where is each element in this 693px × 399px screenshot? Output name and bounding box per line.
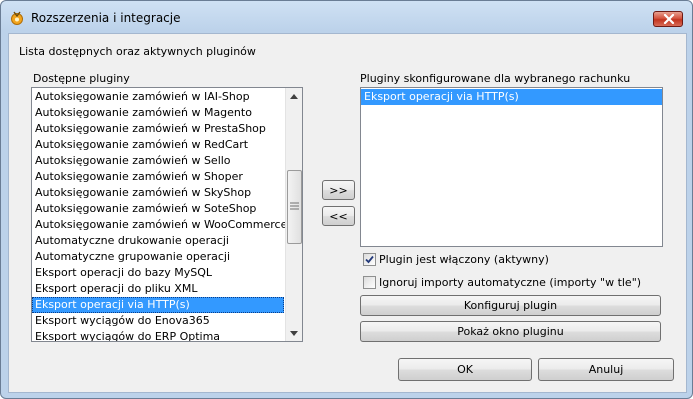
available-plugins-label: Dostępne pluginy xyxy=(33,72,130,85)
available-plugin-item[interactable]: Autoksięgowanie zamówień w RedCart xyxy=(32,137,284,153)
grip-icon xyxy=(290,202,299,210)
available-plugin-item[interactable]: Eksport operacji via HTTP(s) xyxy=(32,297,284,313)
cancel-button[interactable]: Anuluj xyxy=(538,358,674,381)
title-bar[interactable]: Rozszerzenia i integracje xyxy=(1,1,692,33)
description-label: Lista dostępnych oraz aktywnych pluginów xyxy=(19,45,256,58)
available-plugin-item[interactable]: Autoksięgowanie zamówień w Shoper xyxy=(32,169,284,185)
app-icon xyxy=(10,11,24,25)
ignore-imports-checkbox[interactable] xyxy=(363,276,376,289)
available-plugin-item[interactable]: Autoksięgowanie zamówień w IAI-Shop xyxy=(32,89,284,105)
ok-button[interactable]: OK xyxy=(398,358,532,381)
available-plugin-item[interactable]: Autoksięgowanie zamówień w Magento xyxy=(32,105,284,121)
ignore-imports-label: Ignoruj importy automatyczne (importy "w… xyxy=(379,276,642,289)
configure-plugin-button[interactable]: Konfiguruj plugin xyxy=(360,295,661,316)
dialog-window: Rozszerzenia i integracje Lista dostępny… xyxy=(0,0,693,399)
scroll-down-arrow[interactable] xyxy=(286,325,302,341)
available-plugin-item[interactable]: Eksport wyciągów do Enova365 xyxy=(32,313,284,329)
configured-plugins-list[interactable]: Eksport operacji via HTTP(s) xyxy=(360,87,663,247)
available-plugin-item[interactable]: Autoksięgowanie zamówień w SkyShop xyxy=(32,185,284,201)
checkmark-icon xyxy=(365,255,374,264)
show-plugin-window-button[interactable]: Pokaż okno pluginu xyxy=(360,321,661,342)
available-plugin-item[interactable]: Autoksięgowanie zamówień w SoteShop xyxy=(32,201,284,217)
configured-plugins-items: Eksport operacji via HTTP(s) xyxy=(361,89,662,105)
configured-plugin-item[interactable]: Eksport operacji via HTTP(s) xyxy=(361,89,662,105)
available-plugin-item[interactable]: Eksport wyciągów do ERP Optima xyxy=(32,329,284,341)
configured-plugins-label: Pluginy skonfigurowane dla wybranego rac… xyxy=(360,72,631,85)
available-plugin-item[interactable]: Eksport operacji do bazy MySQL xyxy=(32,265,284,281)
add-plugin-button[interactable]: >> xyxy=(322,180,355,200)
plugin-enabled-label: Plugin jest włączony (aktywny) xyxy=(379,253,549,266)
scroll-thumb[interactable] xyxy=(287,170,302,244)
dialog-client-area: Lista dostępnych oraz aktywnych pluginów… xyxy=(8,33,687,393)
close-icon xyxy=(663,14,675,24)
available-plugin-item[interactable]: Automatyczne grupowanie operacji xyxy=(32,249,284,265)
close-button[interactable] xyxy=(653,11,683,27)
remove-plugin-button[interactable]: << xyxy=(322,206,355,226)
chevron-down-icon xyxy=(290,330,298,336)
available-plugin-item[interactable]: Automatyczne drukowanie operacji xyxy=(32,233,284,249)
available-plugins-list[interactable]: Autoksięgowanie zamówień w IAI-Shop Autok… xyxy=(31,87,303,342)
chevron-up-icon xyxy=(290,93,298,99)
available-plugins-scrollbar[interactable] xyxy=(285,88,302,341)
scroll-up-arrow[interactable] xyxy=(286,88,302,104)
available-plugin-item[interactable]: Autoksięgowanie zamówień w Sello xyxy=(32,153,284,169)
available-plugin-item[interactable]: Autoksięgowanie zamówień w PrestaShop xyxy=(32,121,284,137)
plugin-enabled-checkbox[interactable] xyxy=(363,253,376,266)
available-plugin-item[interactable]: Eksport operacji do pliku XML xyxy=(32,281,284,297)
window-title: Rozszerzenia i integracje xyxy=(31,11,181,25)
available-plugin-item[interactable]: Autoksięgowanie zamówień w WooCommerce xyxy=(32,217,287,233)
available-plugins-items: Autoksięgowanie zamówień w IAI-Shop Autok… xyxy=(32,89,287,341)
